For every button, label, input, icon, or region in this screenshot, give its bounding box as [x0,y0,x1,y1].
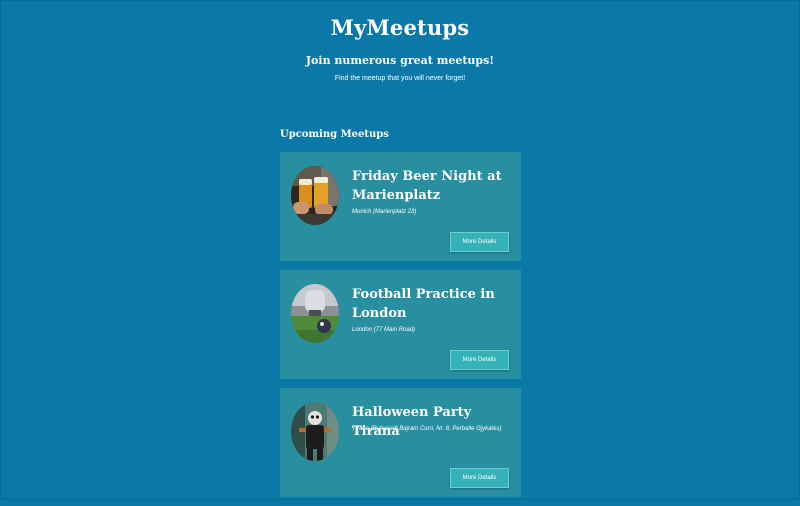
app-title: MyMeetups [330,15,470,40]
meetup-card: Friday Beer Night at Marienplatz Munich … [280,152,521,261]
page-subtitle: Join numerous great meetups! [305,54,495,67]
meetup-address: Munich (Marienplatz 23) [352,209,417,215]
meetup-title: Friday Beer Night at Marienplatz [352,169,502,203]
more-details-button[interactable]: More Details [450,232,509,252]
meetup-title: Halloween Party Tirana [352,405,472,439]
meetup-card: Football Practice in London London (77 M… [280,270,521,379]
page-tagline: Find the meetup that you will never forg… [334,75,466,82]
meetup-title: Football Practice in London [352,287,495,321]
meetup-image [291,402,339,461]
meetup-address: London (77 Main Road) [352,327,416,333]
football-field-photo [291,284,339,343]
meetup-list: Friday Beer Night at Marienplatz Munich … [280,152,521,506]
meetup-image [291,284,339,343]
halloween-costume-photo [291,402,339,461]
meetup-address: Tirana (Bulevardi Bajram Curri, Nr. 8, P… [352,426,502,432]
more-details-button[interactable]: More Details [450,350,509,370]
more-details-button[interactable]: More Details [450,468,509,488]
meetup-card: Halloween Party Tirana Tirana (Bulevardi… [280,388,521,497]
section-title: Upcoming Meetups [280,129,389,140]
beer-glasses-photo [291,166,339,225]
meetup-image [291,166,339,225]
